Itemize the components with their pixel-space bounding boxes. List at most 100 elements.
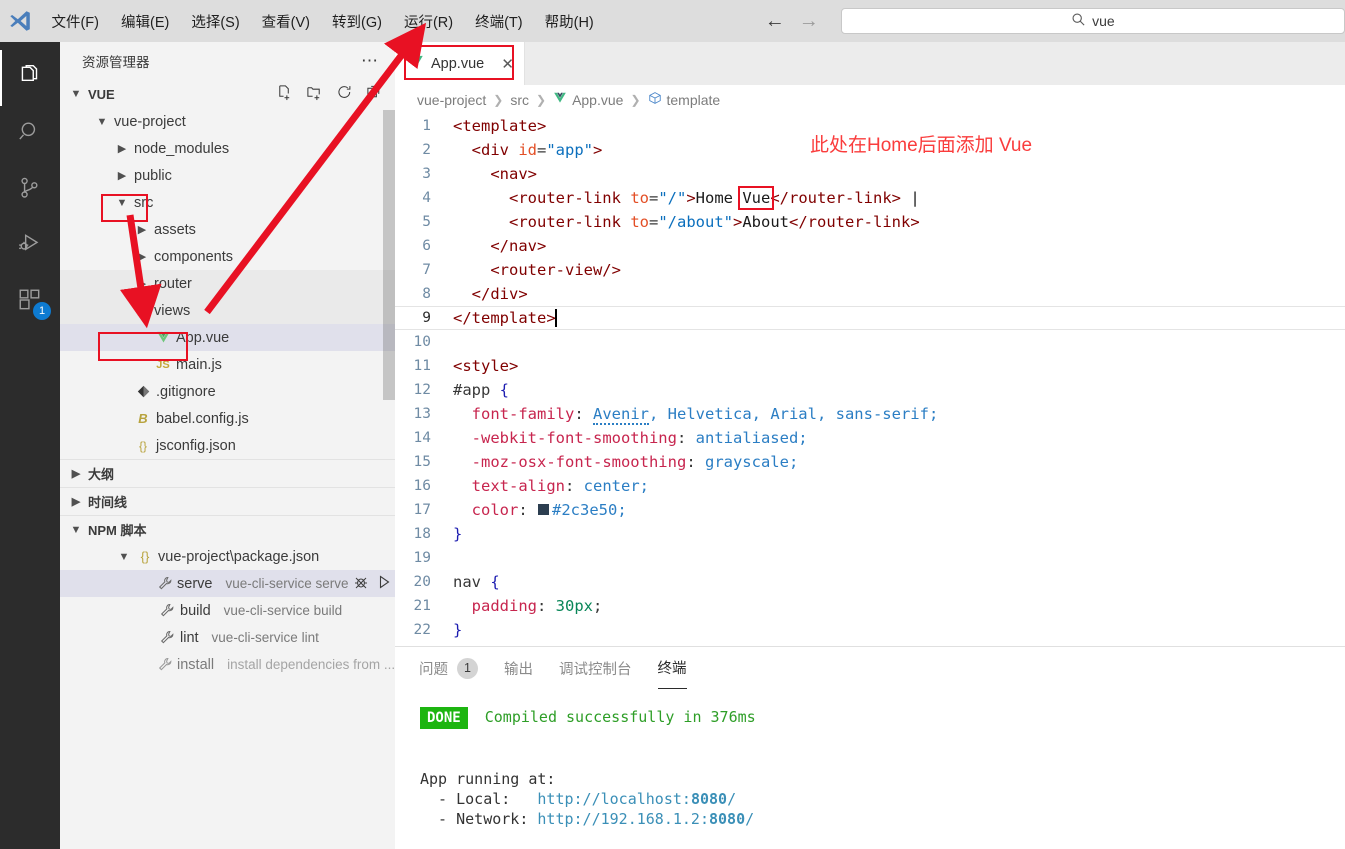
sidebar-scrollbar[interactable] (383, 110, 395, 400)
network-url[interactable]: http://192.168.1.2: (537, 810, 709, 828)
tab-label: App.vue (431, 56, 484, 72)
code-line: 10 (395, 330, 1345, 354)
npm-script-build[interactable]: buildvue-cli-service build (60, 597, 395, 624)
play-icon[interactable] (376, 574, 392, 594)
menu-item-selection[interactable]: 选择(S) (180, 7, 250, 36)
explorer-toolbar (276, 84, 395, 104)
babel-file-icon: B (134, 411, 152, 426)
line-number: 21 (395, 598, 453, 614)
panel-tab-output[interactable]: 输出 (504, 647, 533, 689)
compile-status-text: Compiled successfully in 376ms (485, 708, 756, 726)
menu-item-file[interactable]: 文件(F) (40, 7, 110, 36)
line-number: 1 (395, 118, 453, 134)
code-line: 8 </div> (395, 282, 1345, 306)
npm-script-lint[interactable]: lintvue-cli-service lint (60, 624, 395, 651)
tree-item-public[interactable]: ▶public (60, 162, 395, 189)
chevron-right-icon: ▶ (134, 277, 150, 290)
tree-item--gitignore[interactable]: .gitignore (60, 378, 395, 405)
tree-item-label: src (134, 195, 153, 211)
local-url[interactable]: http://localhost: (537, 790, 691, 808)
line-content: <style> (453, 357, 518, 375)
line-number: 19 (395, 550, 453, 566)
line-content: } (453, 621, 462, 639)
breadcrumb-item-vue-project[interactable]: vue-project (417, 92, 486, 108)
line-content: nav { (453, 573, 500, 591)
chevron-down-icon: ▼ (116, 551, 132, 563)
tree-item-label: App.vue (176, 330, 229, 346)
new-folder-icon[interactable] (306, 84, 323, 104)
terminal-line: - Local: http://localhost:8080/ (420, 789, 1345, 809)
new-file-icon[interactable] (276, 84, 293, 104)
line-number: 4 (395, 190, 453, 206)
outline-section-header[interactable]: ▶ 大纲 (60, 459, 395, 487)
code-line: 22 } (395, 618, 1345, 642)
code-editor[interactable]: 1 <template> 2 <div id="app"> 3 <nav> 4 … (395, 114, 1345, 646)
line-content: color: #2c3e50; (453, 501, 627, 519)
tree-item-router[interactable]: ▶router (60, 270, 395, 297)
activitybar-item-source-control[interactable] (0, 162, 60, 218)
line-number: 12 (395, 382, 453, 398)
breadcrumb-item-app-vue[interactable]: App.vue (553, 91, 623, 108)
menu-bar[interactable]: 文件(F) 编辑(E) 选择(S) 查看(V) 转到(G) 运行(R) 终端(T… (40, 7, 604, 36)
terminal-output[interactable]: DONE Compiled successfully in 376ms App … (395, 689, 1345, 829)
line-number: 14 (395, 430, 453, 446)
tree-item-views[interactable]: ▶views (60, 297, 395, 324)
tree-item-vue-project[interactable]: ▼vue-project (60, 108, 395, 135)
activitybar-item-run-debug[interactable] (0, 218, 60, 274)
search-input[interactable]: vue (841, 8, 1345, 34)
timeline-section-header[interactable]: ▶ 时间线 (60, 487, 395, 515)
tree-item-node-modules[interactable]: ▶node_modules (60, 135, 395, 162)
files-icon (17, 63, 43, 94)
code-line: 15 -moz-osx-font-smoothing: grayscale; (395, 450, 1345, 474)
refresh-icon[interactable] (336, 84, 353, 104)
tab-app-vue[interactable]: App.vue ✕ (395, 42, 525, 85)
activitybar-item-explorer[interactable] (0, 50, 60, 106)
debug-icon[interactable] (353, 574, 369, 594)
tree-item-main-js[interactable]: JSmain.js (60, 351, 395, 378)
close-icon[interactable]: ✕ (501, 55, 514, 73)
panel-tab-problems[interactable]: 问题 1 (419, 647, 478, 689)
vue-file-icon (154, 330, 172, 345)
tree-item-components[interactable]: ▶components (60, 243, 395, 270)
panel-tab-debug-console[interactable]: 调试控制台 (559, 647, 632, 689)
chevron-right-icon: ❯ (536, 93, 546, 107)
collapse-all-icon[interactable] (366, 84, 383, 104)
breadcrumb-item-src[interactable]: src (510, 92, 529, 108)
npm-scripts-section-header[interactable]: ▼ NPM 脚本 (60, 515, 395, 543)
npm-script-install[interactable]: installinstall dependencies from ... (60, 651, 395, 678)
tree-item-babel-config-js[interactable]: Bbabel.config.js (60, 405, 395, 432)
tree-item-app-vue[interactable]: App.vue (60, 324, 395, 351)
arrow-left-icon[interactable]: ← (765, 11, 785, 31)
line-number: 18 (395, 526, 453, 542)
tree-item-jsconfig-json[interactable]: {}jsconfig.json (60, 432, 395, 459)
npm-package-row[interactable]: ▼ {} vue-project\package.json (60, 543, 395, 570)
ellipsis-icon[interactable]: ⋯ (361, 51, 379, 71)
code-line: 5 <router-link to="/about">About</router… (395, 210, 1345, 234)
activitybar-item-extensions[interactable]: 1 (0, 274, 60, 330)
js-file-icon: JS (154, 359, 172, 371)
tree-item-assets[interactable]: ▶assets (60, 216, 395, 243)
wrench-icon (158, 576, 173, 591)
menu-item-run[interactable]: 运行(R) (393, 7, 464, 36)
npm-script-serve[interactable]: servevue-cli-service serve (60, 570, 395, 597)
chevron-right-icon: ▶ (134, 223, 150, 236)
menu-item-view[interactable]: 查看(V) (251, 7, 321, 36)
menu-item-go[interactable]: 转到(G) (321, 7, 393, 36)
menu-item-edit[interactable]: 编辑(E) (110, 7, 180, 36)
vscode-logo-icon (0, 0, 40, 42)
menu-item-help[interactable]: 帮助(H) (534, 7, 605, 36)
activitybar-item-search[interactable] (0, 106, 60, 162)
code-line: 4 <router-link to="/">Home Vue</router-l… (395, 186, 1345, 210)
chevron-right-icon: ❯ (630, 93, 640, 107)
tree-item-label: node_modules (134, 141, 229, 157)
panel-tab-label: 输出 (504, 658, 533, 679)
tree-item-label: public (134, 168, 172, 184)
tree-item-src[interactable]: ▼src (60, 189, 395, 216)
npm-script-name: serve (177, 576, 212, 592)
arrow-right-icon[interactable]: → (799, 11, 819, 31)
workspace-section-header[interactable]: ▼ VUE (60, 80, 395, 108)
breadcrumb-item-template[interactable]: template (648, 91, 721, 108)
menu-item-terminal[interactable]: 终端(T) (464, 7, 534, 36)
run-debug-icon (17, 231, 43, 262)
panel-tab-terminal[interactable]: 终端 (658, 647, 687, 689)
